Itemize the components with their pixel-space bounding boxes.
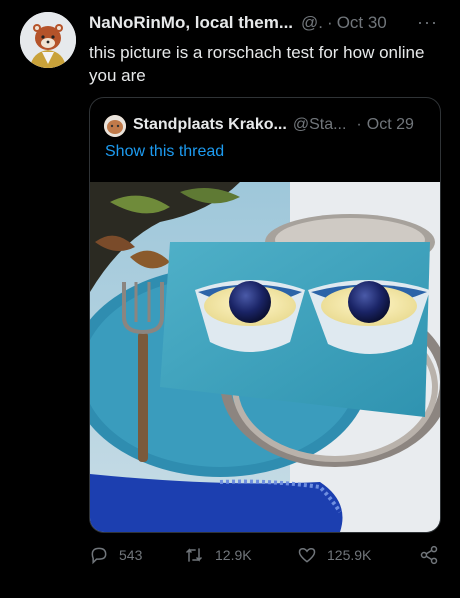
quoted-tweet[interactable]: Standplaats Krako... @Sta... · Oct 29 Sh… (89, 97, 441, 533)
share-icon (420, 545, 438, 565)
show-thread-link[interactable]: Show this thread (105, 143, 224, 161)
like-button[interactable]: 125.9K (297, 545, 371, 565)
share-button[interactable] (419, 545, 449, 565)
tweet: NaNoRinMo, local them... @. · Oct 30 ···… (0, 0, 460, 598)
retweet-button[interactable]: 12.9K (183, 545, 252, 565)
separator: · (356, 116, 362, 133)
like-count: 125.9K (327, 547, 372, 563)
tweet-photo[interactable] (90, 182, 440, 532)
retweet-count: 12.9K (215, 547, 252, 563)
quoted-date[interactable]: Oct 29 (367, 116, 414, 134)
author-handle[interactable]: @. (301, 13, 323, 33)
quoted-author-handle[interactable]: @Sta... (293, 116, 347, 134)
tweet-text: this picture is a rorschach test for how… (89, 43, 425, 85)
reply-button[interactable]: 543 (89, 545, 142, 565)
quoted-header: Standplaats Krako... @Sta... · Oct 29 (133, 114, 414, 136)
quoted-author-name[interactable]: Standplaats Krako... (133, 116, 287, 134)
action-bar: 543 12.9K 125.9K (89, 545, 444, 569)
like-icon (298, 547, 316, 563)
separator: · (327, 13, 333, 32)
tweet-date[interactable]: Oct 30 (337, 13, 387, 33)
reply-count: 543 (119, 547, 143, 563)
author-avatar[interactable] (20, 12, 76, 68)
author-name[interactable]: NaNoRinMo, local them... (89, 13, 293, 33)
more-icon[interactable]: ··· (417, 12, 438, 33)
quoted-author-avatar[interactable] (104, 115, 126, 137)
tweet-header: NaNoRinMo, local them... @. · Oct 30 (89, 13, 387, 33)
retweet-icon (185, 548, 203, 562)
reply-icon (91, 547, 107, 565)
